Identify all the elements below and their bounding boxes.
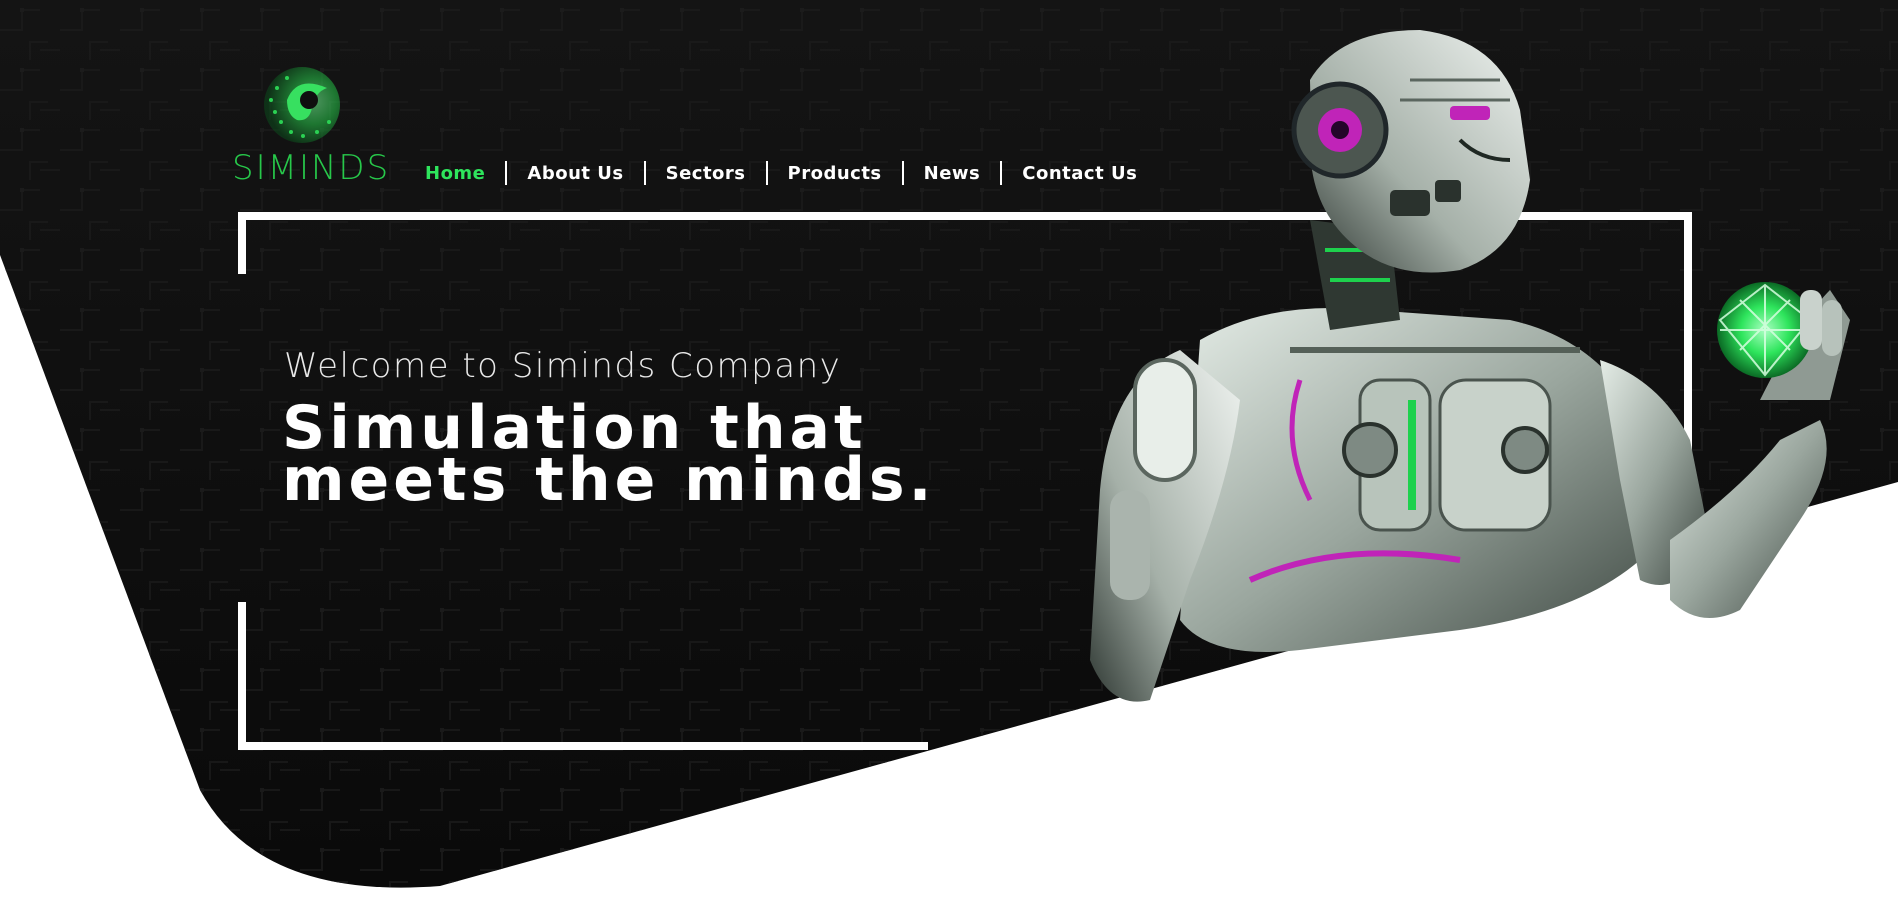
nav-news[interactable]: News (904, 163, 1001, 184)
nav-sectors[interactable]: Sectors (646, 163, 766, 184)
welcome-text: Welcome to Siminds Company (284, 346, 842, 386)
logo-wordmark: SIMINDS (232, 148, 391, 188)
hero-headline: Simulation that meets the minds. (282, 398, 1042, 515)
nav-home[interactable]: Home (405, 163, 505, 184)
robot-holding-glowing-sphere-image (1040, 20, 1860, 720)
nav-products[interactable]: Products (768, 163, 902, 184)
page: SIMINDS Home About Us Sectors Products N… (0, 0, 1898, 906)
green-dot-swirl-logo-icon (257, 60, 347, 150)
nav-about-us[interactable]: About Us (507, 163, 643, 184)
headline-line-2: meets the minds. (282, 445, 936, 515)
logo[interactable]: SIMINDS (232, 60, 388, 190)
